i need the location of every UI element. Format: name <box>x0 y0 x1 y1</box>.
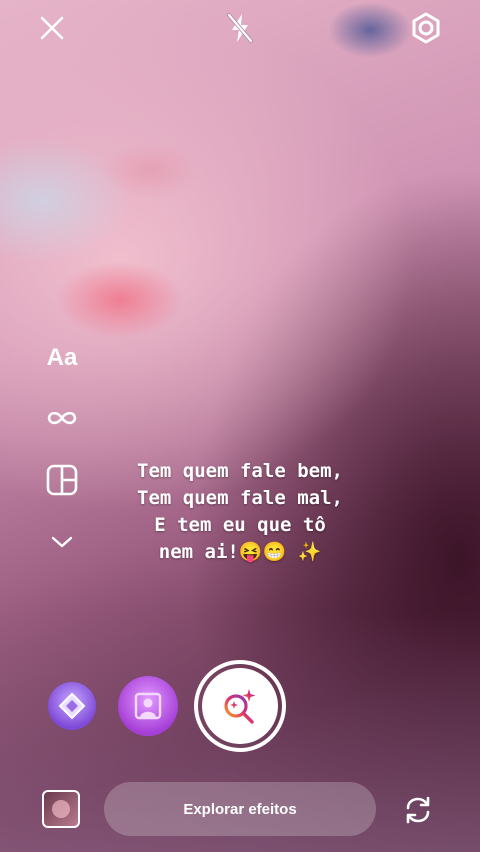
boomerang-mode[interactable] <box>42 398 82 438</box>
close-button[interactable] <box>34 10 70 46</box>
explore-effects-button[interactable]: Explorar efeitos <box>104 782 376 836</box>
settings-gear-icon <box>412 12 440 44</box>
text-mode-label: Aa <box>46 344 78 371</box>
search-sparkle-icon <box>224 689 256 724</box>
settings-button[interactable] <box>408 10 444 46</box>
effect-diamond[interactable] <box>48 682 96 730</box>
create-text-mode[interactable]: Aa <box>42 338 82 378</box>
capture-button[interactable] <box>194 660 286 752</box>
explore-effects-label: Explorar efeitos <box>183 800 297 818</box>
flash-off-icon <box>227 13 253 43</box>
caption-line: Tem quem fale mal, <box>137 487 343 509</box>
infinity-icon <box>47 411 77 425</box>
flip-camera-button[interactable] <box>398 790 438 830</box>
flash-toggle-button[interactable] <box>222 10 258 46</box>
close-icon <box>40 16 64 40</box>
portrait-effect-icon <box>134 692 162 720</box>
gallery-thumbnail[interactable] <box>42 790 80 828</box>
caption-line: Tem quem fale bem, <box>137 460 343 482</box>
caption-line: E tem eu que tô <box>154 514 326 536</box>
diamond-effect-icon <box>58 692 86 720</box>
story-caption[interactable]: Tem quem fale bem, Tem quem fale mal, E … <box>60 458 420 566</box>
effect-portrait[interactable] <box>118 676 178 736</box>
capture-button-inner <box>202 668 278 744</box>
caption-line: nem ai!😝😁 ✨ <box>158 541 322 563</box>
camera-flip-icon <box>406 796 430 824</box>
